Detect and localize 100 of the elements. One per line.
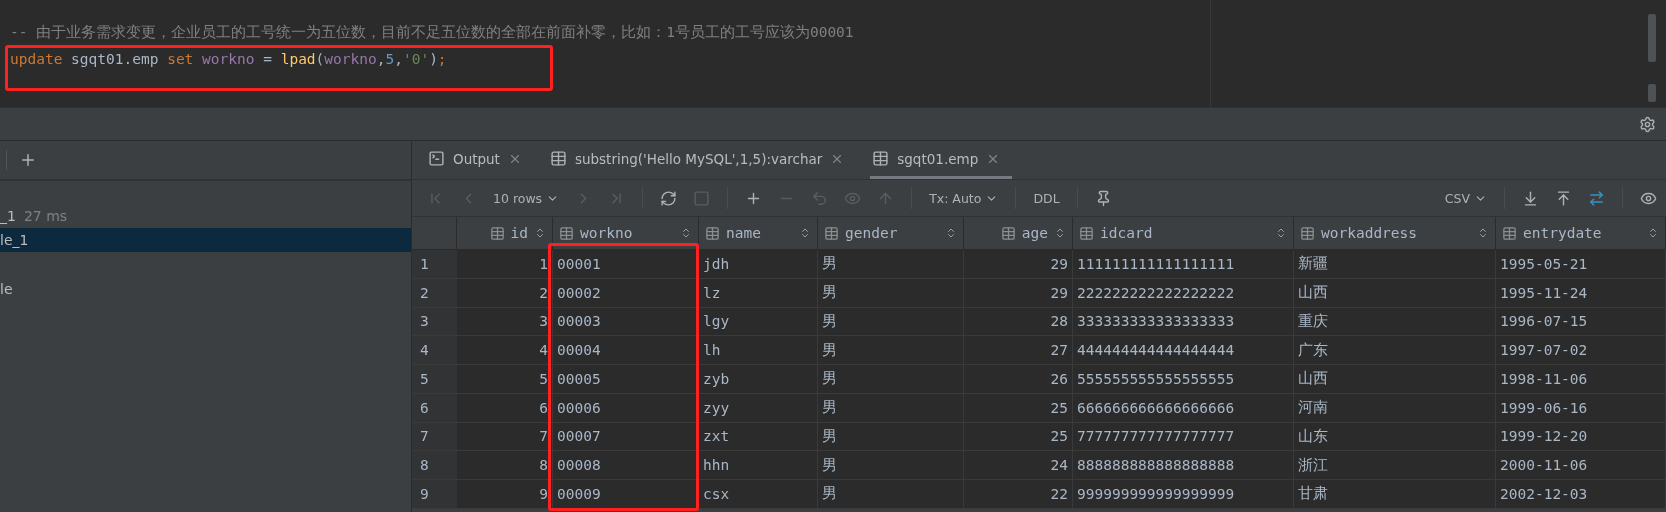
table-cell: 1995-05-21: [1496, 250, 1666, 279]
table-cell: 1999-06-16: [1496, 393, 1666, 423]
table-cell: 00005: [553, 365, 699, 394]
service-item[interactable]: le: [0, 277, 411, 301]
column-header[interactable]: gender: [818, 217, 964, 250]
table-cell: 00003: [553, 307, 699, 337]
table-cell: 888888888888888888: [1073, 451, 1294, 480]
column-icon: [1079, 225, 1094, 241]
table-cell: 男: [818, 250, 964, 279]
table-cell: 山西: [1294, 365, 1496, 394]
column-icon: [705, 225, 720, 241]
sort-icon[interactable]: [945, 227, 957, 239]
table-cell: 666666666666666666: [1073, 393, 1294, 423]
table-cell: 河南: [1294, 393, 1496, 423]
column-header[interactable]: entrydate: [1496, 217, 1666, 250]
column-header[interactable]: idcard: [1073, 217, 1294, 250]
row-number: 2: [412, 278, 457, 308]
row-number: 7: [412, 422, 457, 452]
table-cell: 22: [964, 480, 1073, 509]
table-cell: 00006: [553, 393, 699, 423]
table-cell: 男: [818, 451, 964, 480]
table-cell: 28: [964, 307, 1073, 337]
table-cell: 6: [457, 393, 553, 423]
table-cell: 27: [964, 336, 1073, 365]
item-label: _1: [0, 208, 16, 224]
query-time: 27 ms: [23, 208, 68, 224]
table-cell: 25: [964, 393, 1073, 423]
table-cell: 1999-12-20: [1496, 422, 1666, 452]
ddl-button[interactable]: DDL: [1028, 188, 1065, 208]
table-cell: 00004: [553, 336, 699, 365]
table-cell: 222222222222222222: [1073, 278, 1294, 308]
table-cell: 24: [964, 451, 1073, 480]
column-header[interactable]: name: [699, 217, 818, 250]
dropdown-button[interactable]: 10 rows: [488, 188, 565, 208]
table-cell: zyy: [699, 393, 818, 423]
table-cell: 29: [964, 278, 1073, 308]
sort-icon[interactable]: [680, 227, 692, 239]
column-icon: [1502, 225, 1517, 241]
table-cell: 555555555555555555: [1073, 365, 1294, 394]
column-icon: [824, 225, 839, 241]
sort-icon[interactable]: [1054, 227, 1066, 239]
table-icon: [549, 150, 567, 167]
sort-icon[interactable]: [1477, 227, 1489, 239]
table-cell: 777777777777777777: [1073, 422, 1294, 452]
table-cell: 7: [457, 422, 553, 452]
dropdown-button[interactable]: CSV: [1439, 188, 1492, 208]
column-icon: [1000, 225, 1016, 241]
result-tab[interactable]: substring('Hello MySQL',1,5):varchar: [547, 141, 857, 179]
sort-icon[interactable]: [799, 227, 811, 239]
table-cell: 男: [818, 278, 964, 308]
column-header[interactable]: id: [457, 217, 553, 250]
table-cell: 山西: [1294, 278, 1496, 308]
table-icon: [872, 150, 890, 167]
row-number: 5: [412, 365, 457, 394]
table-cell: lh: [699, 336, 818, 365]
table-cell: jdh: [699, 250, 818, 279]
table-cell: 男: [818, 422, 964, 452]
result-tab[interactable]: Output: [426, 141, 534, 179]
table-cell: 浙江: [1294, 451, 1496, 480]
service-item[interactable]: _1 27 ms: [0, 204, 411, 228]
row-number: 4: [412, 336, 457, 365]
table-cell: 5: [457, 365, 553, 394]
console-icon: [428, 150, 445, 167]
scrollbar-thumb[interactable]: [1648, 84, 1656, 102]
row-number: 8: [412, 451, 457, 480]
table-cell: hhn: [699, 451, 818, 480]
table-cell: 男: [818, 336, 964, 365]
table-cell: 新疆: [1294, 250, 1496, 279]
table-cell: 男: [818, 307, 964, 337]
table-cell: 111111111111111111: [1073, 250, 1294, 279]
table-cell: 山东: [1294, 422, 1496, 452]
table-cell: 广东: [1294, 336, 1496, 365]
result-tab[interactable]: sgqt01.emp: [870, 141, 1013, 179]
column-icon: [559, 225, 574, 241]
table-cell: 1997-07-02: [1496, 336, 1666, 365]
tab-label: substring('Hello MySQL',1,5):varchar: [574, 150, 823, 167]
table-cell: 重庆: [1294, 307, 1496, 337]
item-label: le: [0, 281, 13, 297]
column-icon: [489, 225, 505, 241]
table-cell: 26: [964, 365, 1073, 394]
service-item[interactable]: le_1: [0, 228, 411, 252]
table-cell: lgy: [699, 307, 818, 337]
settings-icon[interactable]: [1639, 115, 1656, 133]
table-cell: 1: [457, 250, 553, 279]
table-cell: 29: [964, 250, 1073, 279]
sort-icon[interactable]: [534, 227, 546, 239]
table-cell: 25: [964, 422, 1073, 452]
table-cell: 1998-11-06: [1496, 365, 1666, 394]
table-cell: zxt: [699, 422, 818, 452]
dropdown-button[interactable]: Tx: Auto: [924, 188, 1004, 208]
table-cell: lz: [699, 278, 818, 308]
table-cell: 4: [457, 336, 553, 365]
table-cell: 00002: [553, 278, 699, 308]
tab-label: Output: [453, 150, 500, 167]
sort-icon[interactable]: [1275, 227, 1287, 239]
sort-icon[interactable]: [1647, 227, 1659, 239]
column-header[interactable]: age: [964, 217, 1073, 250]
scrollbar-thumb[interactable]: [1648, 14, 1656, 62]
add-icon[interactable]: [19, 151, 37, 169]
column-header[interactable]: workaddress: [1294, 217, 1496, 250]
